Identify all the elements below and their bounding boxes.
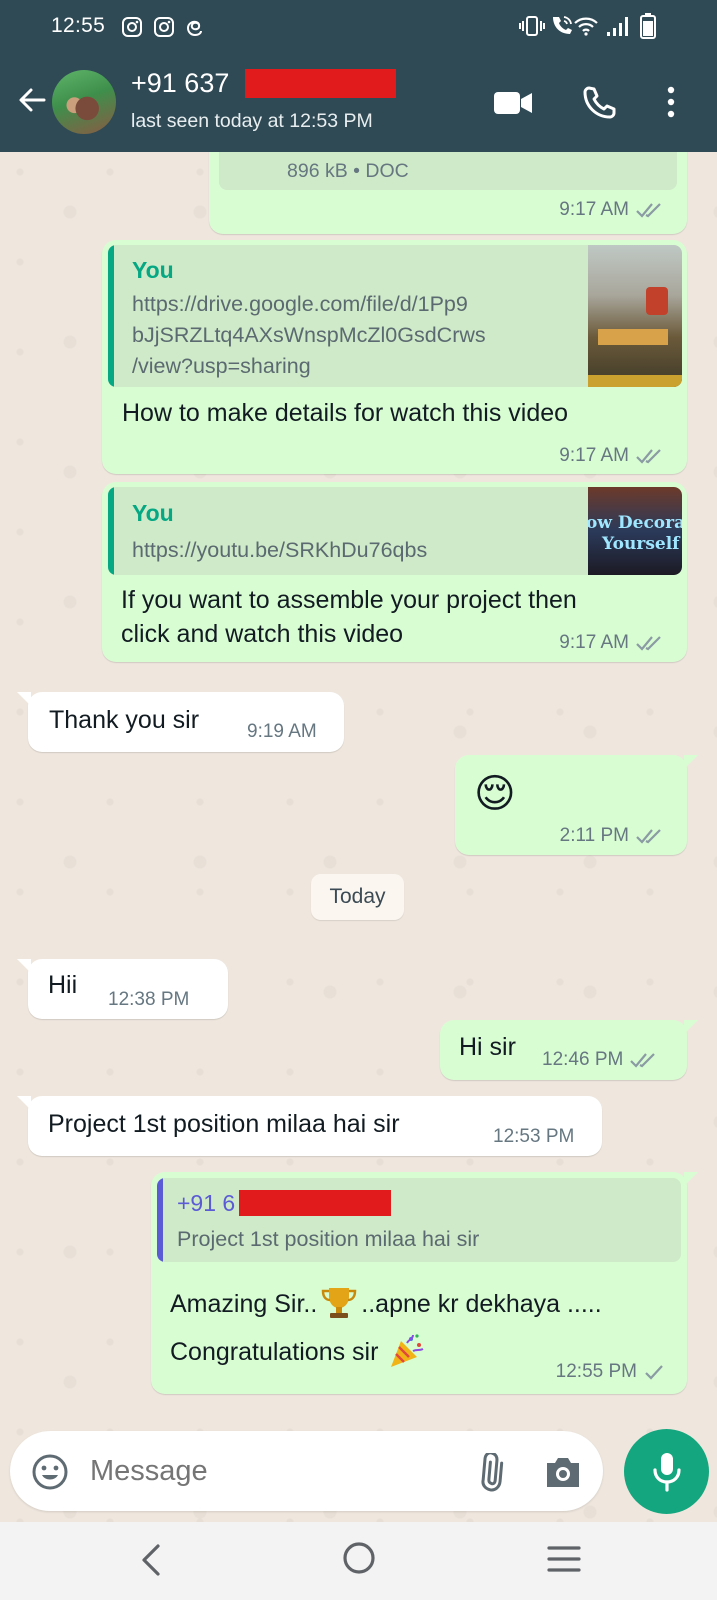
message-time: 12:55 PM [555, 1361, 637, 1382]
message-text-line2: click and watch this video [121, 620, 404, 648]
trophy-icon [322, 1288, 357, 1318]
link-preview[interactable]: You https://youtu.be/SRKhDu76qbs ow Deco… [108, 487, 682, 575]
message-meta: 9:17 AM [559, 445, 665, 467]
mic-button[interactable] [624, 1429, 709, 1514]
message-text: Hi sir [459, 1033, 516, 1061]
message-text-line2: Congratulations sir [170, 1333, 425, 1369]
message-meta: 2:11 PM [560, 825, 665, 847]
vibrate-icon [519, 16, 545, 36]
system-nav-bar [0, 1522, 717, 1600]
message-meta: 12:55 PM [556, 1361, 665, 1383]
instagram-icon [122, 17, 142, 37]
emoji-message: 😌 [474, 772, 516, 816]
wifi-icon [574, 17, 598, 36]
link-thumbnail[interactable]: ow Decora Yourself [588, 487, 682, 575]
message-text: Project 1st position milaa hai sir [48, 1110, 400, 1138]
message-text-part: Congratulations sir [170, 1338, 379, 1366]
mic-icon [653, 1453, 681, 1492]
outgoing-message[interactable]: 😌 2:11 PM [455, 755, 698, 855]
document-size: 896 kB • DOC [287, 160, 409, 182]
signal-icon [607, 17, 628, 36]
incoming-message[interactable]: Thank you sir 9:19 AM [17, 692, 344, 752]
chat-area[interactable]: 896 kB • DOC 9:17 AM You https://drive.g… [0, 152, 717, 1522]
status-time: 12:55 [51, 14, 106, 37]
thumbnail-caption: Yourself [602, 534, 680, 554]
redaction-bar [245, 69, 396, 98]
message-time: 12:46 PM [542, 1049, 624, 1070]
quote-text: Project 1st position milaa hai sir [177, 1227, 480, 1251]
message-text-line1: If you want to assemble your project the… [121, 586, 577, 614]
message-text-part: ..apne kr dekhaya ..... [361, 1290, 602, 1318]
link-author: You [132, 500, 174, 526]
double-check-icon [636, 829, 661, 844]
link-message[interactable]: You https://drive.google.com/file/d/1Pp9… [102, 240, 687, 474]
double-check-icon [630, 1053, 656, 1068]
message-meta: 12:46 PM [542, 1049, 659, 1071]
message-meta: 9:17 AM [559, 632, 665, 654]
link-url-line2: bJjSRZLtq4AXsWnspMcZl0GsdCrws [132, 323, 486, 347]
nav-recents-icon[interactable] [546, 1544, 582, 1574]
voice-call-icon[interactable] [582, 84, 618, 120]
message-time: 9:17 AM [559, 199, 629, 220]
single-check-icon [645, 1365, 663, 1380]
party-popper-icon [391, 1334, 424, 1367]
message-text: How to make details for watch this video [122, 399, 569, 427]
last-seen-status: last seen today at 12:53 PM [131, 110, 373, 132]
chat-header: +91 637 last seen today at 12:53 PM [0, 52, 717, 152]
message-text: Thank you sir [49, 706, 200, 734]
more-options-icon[interactable] [664, 84, 678, 120]
wifi-calling-icon [553, 16, 572, 34]
double-check-icon [636, 449, 661, 464]
reply-message[interactable]: +91 6 Project 1st position milaa hai sir… [151, 1172, 698, 1394]
message-text-line1: Amazing Sir.. ..apne kr dekhaya ..... [170, 1284, 602, 1320]
incoming-message[interactable]: Project 1st position milaa hai sir 12:53… [17, 1096, 602, 1156]
message-time: 2:11 PM [559, 825, 629, 846]
link-message[interactable]: You https://youtu.be/SRKhDu76qbs ow Deco… [102, 482, 687, 662]
avatar[interactable] [52, 70, 116, 134]
message-time: 9:19 AM [247, 721, 317, 742]
document-message[interactable]: 896 kB • DOC 9:17 AM [209, 152, 687, 234]
message-time: 9:17 AM [559, 632, 629, 653]
link-url-line1: https://drive.google.com/file/d/1Pp9 [132, 292, 468, 316]
incoming-message[interactable]: Hii 12:38 PM [17, 959, 228, 1019]
link-thumbnail[interactable] [588, 245, 682, 387]
thumbnail-caption: ow Decora [588, 513, 682, 533]
message-text-part: Amazing Sir.. [170, 1290, 318, 1318]
double-check-icon [636, 203, 661, 218]
redaction-bar [239, 1190, 391, 1216]
message-time: 9:17 AM [559, 445, 629, 466]
quote-accent-bar [108, 487, 114, 575]
message-time: 12:53 PM [493, 1126, 575, 1147]
link-url: https://youtu.be/SRKhDu76qbs [132, 538, 428, 562]
status-bar: 12:55 [0, 0, 717, 52]
message-input[interactable] [90, 1455, 430, 1488]
message-time: 12:38 PM [108, 989, 190, 1010]
nav-home-icon[interactable] [341, 1540, 377, 1576]
outgoing-message[interactable]: Hi sir 12:46 PM [440, 1020, 698, 1080]
quote-author: +91 6 [177, 1190, 236, 1216]
threads-icon [186, 20, 202, 37]
attach-icon[interactable] [473, 1453, 513, 1493]
link-author: You [132, 257, 174, 283]
link-url-line3: /view?usp=sharing [132, 354, 311, 378]
quoted-message[interactable]: +91 6 Project 1st position milaa hai sir [157, 1178, 681, 1262]
instagram-icon [154, 17, 174, 37]
battery-icon [640, 13, 656, 39]
double-check-icon [636, 636, 661, 651]
quote-accent-bar [157, 1178, 163, 1262]
link-preview[interactable]: You https://drive.google.com/file/d/1Pp9… [108, 245, 682, 387]
date-separator: Today [311, 874, 404, 920]
message-meta: 9:17 AM [559, 199, 665, 221]
camera-icon[interactable] [543, 1453, 583, 1491]
emoji-icon[interactable] [30, 1452, 70, 1492]
message-text: Hii [48, 971, 78, 999]
nav-back-icon[interactable] [138, 1542, 164, 1578]
back-arrow-icon[interactable] [12, 80, 52, 120]
quote-accent-bar [108, 245, 114, 387]
message-composer[interactable] [10, 1431, 603, 1511]
video-call-icon[interactable] [492, 88, 534, 118]
contact-name[interactable]: +91 637 [131, 68, 229, 99]
